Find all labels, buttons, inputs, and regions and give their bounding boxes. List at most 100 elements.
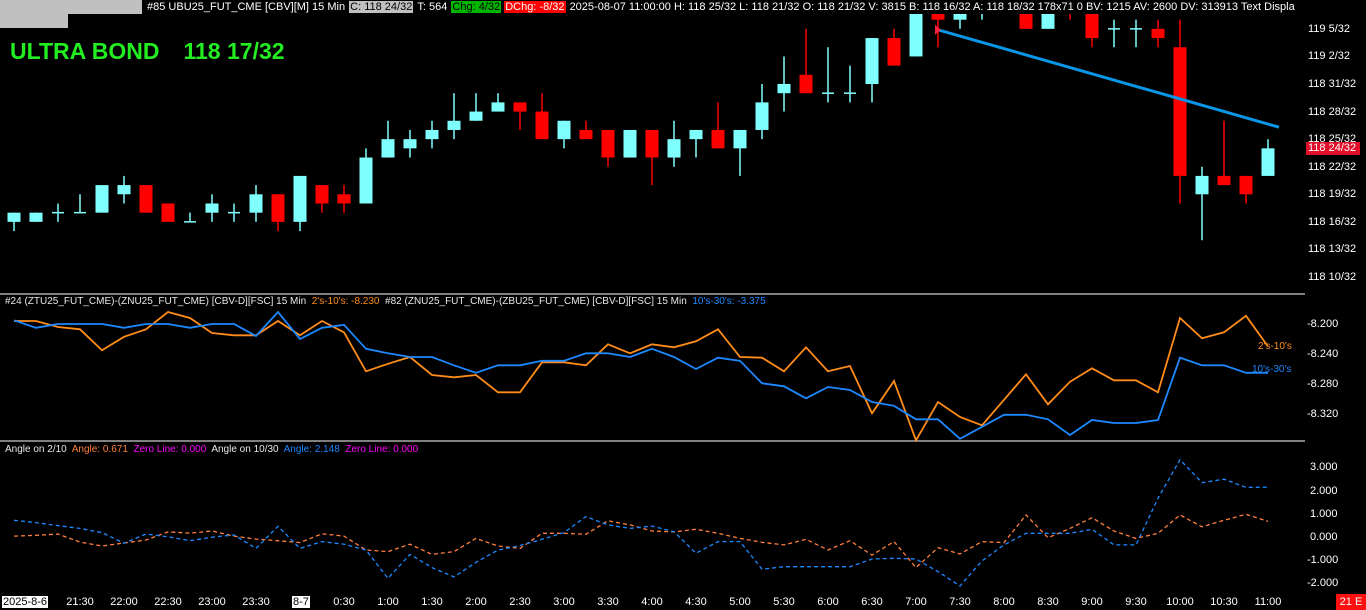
angle-axis-label: 2.000 — [1310, 484, 1338, 497]
candle-body — [865, 38, 879, 85]
candle — [293, 175, 307, 232]
candle-body — [579, 129, 593, 140]
candle — [953, 14, 967, 29]
candle-body — [1173, 47, 1187, 176]
zero-line1-value: Zero Line: 0.000 — [133, 444, 207, 455]
time-axis-label: 5:30 — [773, 596, 795, 608]
candle-body — [359, 157, 373, 204]
time-axis-label: 4:30 — [685, 596, 707, 608]
time-axis-label: 3:00 — [553, 596, 575, 608]
candle — [403, 129, 417, 158]
time-axis-label: 0:30 — [333, 596, 355, 608]
candle — [315, 185, 329, 213]
candle-body — [733, 129, 747, 149]
candle — [1151, 19, 1165, 48]
candle — [645, 129, 659, 186]
angle-axis-label: -1.000 — [1307, 554, 1339, 567]
time-axis-label: 1:30 — [421, 596, 443, 608]
series-line-1 — [13, 458, 1269, 587]
series-label-2s10s: 2's-10's — [1258, 341, 1292, 352]
candle-body — [491, 102, 505, 112]
candle — [1069, 14, 1071, 20]
angle-lines — [13, 458, 1269, 587]
instrument-title: ULTRA BOND 118 17/32 — [10, 38, 285, 65]
time-axis-label: 21:30 — [66, 596, 94, 608]
candle — [1130, 19, 1142, 48]
candle — [1108, 19, 1120, 48]
candle-body — [271, 194, 285, 222]
spread-axis-label: -8.240 — [1307, 348, 1339, 360]
time-axis-label: 23:30 — [242, 596, 270, 608]
candle-body — [117, 185, 131, 195]
candle — [1019, 14, 1033, 29]
candle — [998, 0, 1011, 10]
candle-body — [887, 38, 901, 66]
time-axis-label: 22:30 — [154, 596, 182, 608]
candle-body — [623, 129, 637, 158]
candle-body — [1217, 175, 1231, 186]
candle — [711, 102, 725, 149]
candle-body — [249, 194, 263, 213]
candle-body — [447, 120, 461, 130]
candle-body — [1041, 14, 1055, 29]
time-axis-label: 2:00 — [465, 596, 487, 608]
candle — [381, 120, 395, 158]
time-axis-label: 10:00 — [1166, 596, 1194, 608]
time-axis-date: 2025-8-6 — [2, 596, 49, 608]
time-axis-label: 23:00 — [198, 596, 226, 608]
candle-body — [161, 203, 175, 222]
candle — [601, 129, 615, 167]
candle — [205, 194, 219, 222]
time-axis-label: 10:30 — [1210, 596, 1238, 608]
candle-body — [315, 185, 329, 204]
price-axis-label: 118 22/32 — [1308, 160, 1357, 173]
trendline-layer — [935, 24, 1280, 129]
price-axis-label: 118 10/32 — [1308, 271, 1357, 283]
time-axis-label: 11:00 — [1254, 596, 1282, 608]
candle — [513, 102, 527, 130]
candle — [228, 203, 240, 222]
spread-axis-label: -8.280 — [1307, 378, 1339, 390]
candle — [733, 129, 747, 176]
angle1-label: Angle on 2/10 — [5, 444, 67, 455]
end-indicator: 21 E — [1336, 594, 1366, 610]
candle — [1173, 19, 1187, 204]
candle — [579, 120, 593, 140]
spread-lines — [13, 310, 1269, 443]
candle — [844, 65, 856, 103]
study2-value: 10's-30's: -3.375 — [692, 296, 766, 307]
candle — [981, 14, 983, 20]
candle-body — [293, 175, 307, 222]
time-axis-label: 6:00 — [817, 596, 839, 608]
candle-body — [205, 203, 219, 213]
candle — [95, 185, 109, 213]
candle-body — [711, 129, 725, 149]
instrument-name: ULTRA BOND — [10, 38, 160, 64]
price-axis-label: 118 16/32 — [1308, 215, 1357, 228]
time-axis-label: 6:30 — [861, 596, 883, 608]
price-axis-label: 118 28/32 — [1308, 105, 1357, 118]
candle-body — [909, 14, 923, 57]
current-price-marker: 118 24/32 — [1306, 141, 1360, 155]
candle-body — [667, 139, 681, 158]
candle-body — [469, 111, 483, 121]
candle — [557, 120, 571, 149]
angle1-value: Angle: 0.671 — [71, 444, 128, 455]
candle — [667, 120, 681, 167]
time-axis-label: 9:00 — [1081, 596, 1103, 608]
spread-axis-label: -8.200 — [1307, 318, 1339, 330]
candle — [1261, 139, 1275, 176]
series-line-0 — [14, 311, 1269, 443]
angle-axis-label: 0.000 — [1310, 531, 1338, 543]
candle — [469, 93, 483, 121]
candle-body — [557, 120, 571, 140]
candle — [865, 38, 879, 103]
candle-body — [1085, 14, 1099, 39]
candle-body — [337, 194, 351, 204]
candle — [161, 203, 175, 222]
time-axis-label: 1:00 — [377, 596, 399, 608]
candle — [689, 129, 703, 158]
time-axis-label: 22:00 — [110, 596, 138, 608]
candle — [1217, 120, 1231, 186]
candle — [1085, 14, 1099, 48]
